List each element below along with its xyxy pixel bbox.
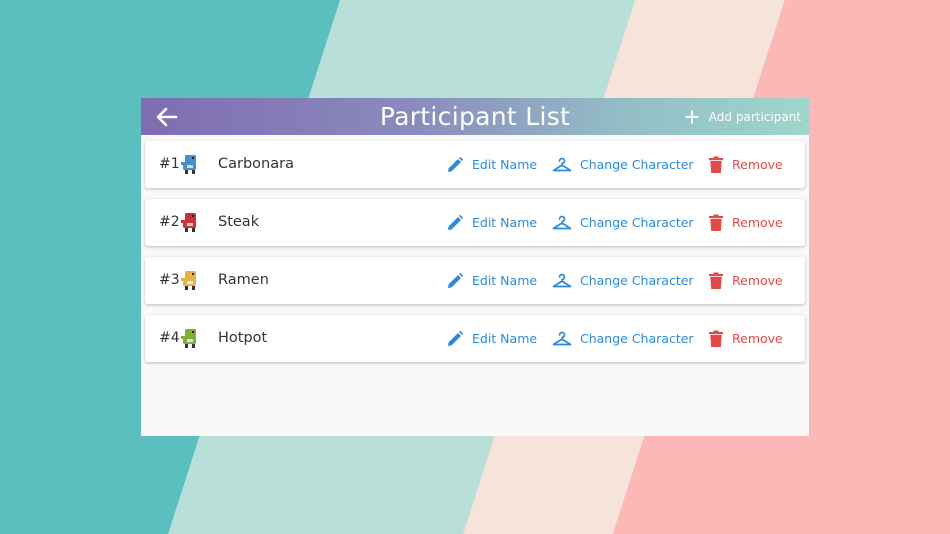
participant-number: #2 xyxy=(159,214,180,230)
change-character-button[interactable]: Change Character xyxy=(552,199,694,246)
pencil-icon xyxy=(448,330,464,346)
remove-button[interactable]: Remove xyxy=(708,315,783,362)
header-bar: Participant List Add participant xyxy=(141,98,809,135)
add-participant-button[interactable]: Add participant xyxy=(684,98,801,135)
change-character-label: Change Character xyxy=(580,273,694,288)
participant-row: #2 Steak Edit Name Change Character Remo… xyxy=(145,199,805,246)
change-character-button[interactable]: Change Character xyxy=(552,315,694,362)
back-button[interactable] xyxy=(155,106,179,128)
edit-name-button[interactable]: Edit Name xyxy=(446,199,537,246)
edit-name-label: Edit Name xyxy=(472,331,538,346)
participant-name: Ramen xyxy=(218,272,269,288)
edit-name-label: Edit Name xyxy=(472,215,538,230)
change-character-label: Change Character xyxy=(580,157,694,172)
participant-panel: Participant List Add participant #1 Carb… xyxy=(141,98,809,436)
pencil-icon xyxy=(448,156,464,172)
change-character-button[interactable]: Change Character xyxy=(552,141,694,188)
participant-row: #3 Ramen Edit Name Change Character Remo… xyxy=(145,257,805,304)
edit-name-button[interactable]: Edit Name xyxy=(446,141,537,188)
hanger-icon xyxy=(552,157,572,171)
remove-button[interactable]: Remove xyxy=(708,257,783,304)
change-character-button[interactable]: Change Character xyxy=(552,257,694,304)
edit-name-button[interactable]: Edit Name xyxy=(446,315,537,362)
character-avatar-icon xyxy=(181,329,196,348)
hanger-icon xyxy=(552,331,572,345)
change-character-label: Change Character xyxy=(580,331,694,346)
trash-icon xyxy=(709,214,723,231)
hanger-icon xyxy=(552,215,572,229)
character-avatar-icon xyxy=(181,155,196,174)
edit-name-label: Edit Name xyxy=(472,157,538,172)
remove-button[interactable]: Remove xyxy=(708,199,783,246)
trash-icon xyxy=(709,330,723,347)
trash-icon xyxy=(709,272,723,289)
remove-label: Remove xyxy=(732,215,783,230)
remove-label: Remove xyxy=(732,157,783,172)
pencil-icon xyxy=(448,214,464,230)
arrow-left-icon xyxy=(156,107,178,127)
participant-name: Steak xyxy=(218,214,260,230)
trash-icon xyxy=(709,156,723,173)
participant-row: #1 Carbonara Edit Name Change Character xyxy=(145,141,805,188)
participant-name: Carbonara xyxy=(218,156,294,172)
participant-name: Hotpot xyxy=(218,330,268,346)
participant-number: #4 xyxy=(159,330,180,346)
remove-label: Remove xyxy=(732,273,783,288)
participant-number: #3 xyxy=(159,272,180,288)
edit-name-label: Edit Name xyxy=(472,273,538,288)
plus-icon xyxy=(684,109,699,124)
participant-list: #1 Carbonara Edit Name Change Character xyxy=(145,141,805,373)
character-avatar-icon xyxy=(181,213,196,232)
remove-label: Remove xyxy=(732,331,783,346)
character-avatar-icon xyxy=(181,271,196,290)
participant-row: #4 Hotpot Edit Name Change Character Rem… xyxy=(145,315,805,362)
participant-number: #1 xyxy=(159,156,180,172)
edit-name-button[interactable]: Edit Name xyxy=(446,257,537,304)
remove-button[interactable]: Remove xyxy=(708,141,783,188)
pencil-icon xyxy=(448,272,464,288)
add-participant-label: Add participant xyxy=(708,109,801,124)
change-character-label: Change Character xyxy=(580,215,694,230)
hanger-icon xyxy=(552,273,572,287)
